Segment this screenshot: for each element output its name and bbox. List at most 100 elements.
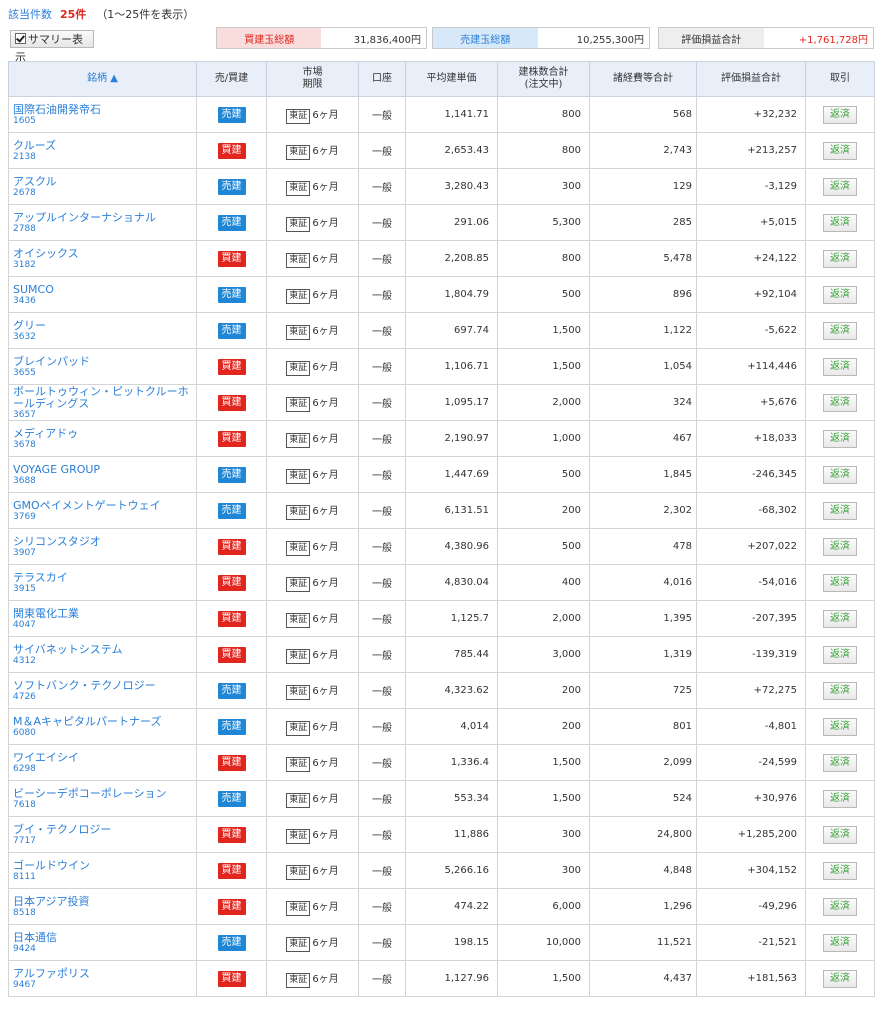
stock-code: 3632: [13, 331, 36, 342]
close-position-button[interactable]: 返済: [823, 141, 857, 160]
column-header-quantity: 建株数合計 (注文中): [497, 61, 590, 97]
close-position-button[interactable]: 返済: [823, 321, 857, 340]
stock-name-link[interactable]: 関東電化工業: [13, 607, 192, 620]
close-position-button[interactable]: 返済: [823, 429, 857, 448]
summary-toggle-button[interactable]: サマリー表示: [10, 30, 94, 64]
close-position-button[interactable]: 返済: [823, 105, 857, 124]
close-position-button[interactable]: 返済: [823, 897, 857, 916]
stock-name-link[interactable]: 日本通信: [13, 931, 192, 944]
stock-name-link[interactable]: サイバネットシステム: [13, 643, 192, 656]
side-badge: 買建: [217, 574, 246, 591]
stock-name-link[interactable]: 日本アジア投資: [13, 895, 192, 908]
close-position-button[interactable]: 返済: [823, 645, 857, 664]
stock-name-link[interactable]: ボールトゥウィン・ピットクルーホールディングス: [13, 385, 192, 410]
close-position-button[interactable]: 返済: [823, 357, 857, 376]
stock-name-link[interactable]: ビーシーデポコーポレーション: [13, 787, 192, 800]
close-position-button[interactable]: 返済: [823, 393, 857, 412]
pl-cell: +304,152: [696, 852, 806, 889]
market-cell: 東証 6ヶ月: [266, 780, 359, 817]
close-position-button[interactable]: 返済: [823, 681, 857, 700]
stock-name-link[interactable]: ワイエイシイ: [13, 751, 192, 764]
market-badge: 東証: [286, 144, 311, 160]
column-header-name[interactable]: 銘柄 ▲: [8, 61, 197, 97]
close-position-button[interactable]: 返済: [823, 213, 857, 232]
close-position-button[interactable]: 返済: [823, 789, 857, 808]
side-cell: 買建: [196, 240, 267, 277]
stock-name-link[interactable]: テラスカイ: [13, 571, 192, 584]
close-position-button[interactable]: 返済: [823, 717, 857, 736]
term-label: 6ヶ月: [312, 829, 339, 841]
close-position-button[interactable]: 返済: [823, 753, 857, 772]
account-cell: 一般: [358, 132, 406, 169]
cost-cell: 467: [589, 420, 697, 457]
pl-cell: +32,232: [696, 96, 806, 133]
side-badge: 売建: [217, 790, 246, 807]
stock-name-link[interactable]: SUMCO: [13, 283, 192, 296]
side-badge: 買建: [217, 754, 246, 771]
close-position-button[interactable]: 返済: [823, 825, 857, 844]
pl-cell: -68,302: [696, 492, 806, 529]
stock-name-link[interactable]: ブイ・テクノロジー: [13, 823, 192, 836]
stock-code: 8111: [13, 871, 36, 882]
pl-cell: +1,285,200: [696, 816, 806, 853]
market-cell: 東証 6ヶ月: [266, 492, 359, 529]
stock-name-link[interactable]: ソフトバンク・テクノロジー: [13, 679, 192, 692]
stock-name-link[interactable]: ブレインパッド: [13, 355, 192, 368]
stock-name-link[interactable]: オイシックス: [13, 247, 192, 260]
market-badge: 東証: [286, 648, 311, 664]
close-position-button[interactable]: 返済: [823, 177, 857, 196]
term-label: 6ヶ月: [312, 721, 339, 733]
stock-name-link[interactable]: アルファポリス: [13, 967, 192, 980]
stock-name-link[interactable]: ゴールドウイン: [13, 859, 192, 872]
avg-price-cell: 1,141.71: [405, 96, 498, 133]
column-header-market: 市場 期限: [266, 61, 359, 97]
stock-name-link[interactable]: クルーズ: [13, 139, 192, 152]
close-position-button[interactable]: 返済: [823, 573, 857, 592]
close-position-button[interactable]: 返済: [823, 969, 857, 988]
quantity-cell: 1,500: [497, 348, 590, 385]
cost-cell: 568: [589, 96, 697, 133]
term-label: 6ヶ月: [312, 289, 339, 301]
stock-name-link[interactable]: VOYAGE GROUP: [13, 463, 192, 476]
close-position-button[interactable]: 返済: [823, 609, 857, 628]
table-header-row: 銘柄 ▲ 売/買建 市場 期限 口座 平均建単価 建株数合計 (注文中) 諸経費等合…: [8, 61, 875, 97]
stock-code: 3182: [13, 259, 36, 270]
table-row: GMOペイメントゲートウェイ 3769 売建 東証 6ヶ月 一般 6,131.51 200 2,…: [8, 492, 875, 529]
close-position-button[interactable]: 返済: [823, 465, 857, 484]
stock-name-link[interactable]: 国際石油開発帝石: [13, 103, 192, 116]
market-cell: 東証 6ヶ月: [266, 96, 359, 133]
close-position-button[interactable]: 返済: [823, 501, 857, 520]
market-cell: 東証 6ヶ月: [266, 960, 359, 997]
close-position-button[interactable]: 返済: [823, 861, 857, 880]
stock-name-link[interactable]: アスクル: [13, 175, 192, 188]
close-position-button[interactable]: 返済: [823, 537, 857, 556]
sell-total-label: 売建玉総額: [433, 28, 538, 48]
stock-code: 3678: [13, 439, 36, 450]
checkbox-icon[interactable]: [15, 33, 26, 44]
close-position-button[interactable]: 返済: [823, 933, 857, 952]
market-cell: 東証 6ヶ月: [266, 420, 359, 457]
avg-price-cell: 2,190.97: [405, 420, 498, 457]
stock-name-link[interactable]: グリー: [13, 319, 192, 332]
term-label: 6ヶ月: [312, 973, 339, 985]
cost-cell: 801: [589, 708, 697, 745]
stock-name-link[interactable]: アップルインターナショナル: [13, 211, 192, 224]
trade-cell: 返済: [805, 348, 875, 385]
side-cell: 売建: [196, 204, 267, 241]
side-cell: 売建: [196, 924, 267, 961]
avg-price-cell: 5,266.16: [405, 852, 498, 889]
term-label: 6ヶ月: [312, 145, 339, 157]
market-header-line2: 期限: [302, 79, 323, 90]
result-count: 該当件数 25件 （1〜25件を表示）: [8, 6, 194, 22]
close-position-button[interactable]: 返済: [823, 285, 857, 304]
side-badge: 買建: [217, 250, 246, 267]
term-label: 6ヶ月: [312, 433, 339, 445]
stock-name-link[interactable]: M＆Aキャピタルパートナーズ: [13, 715, 192, 728]
stock-name-link[interactable]: メディアドゥ: [13, 427, 192, 440]
stock-name-link[interactable]: シリコンスタジオ: [13, 535, 192, 548]
cost-cell: 1,845: [589, 456, 697, 493]
stock-name-link[interactable]: GMOペイメントゲートウェイ: [13, 499, 192, 512]
market-badge: 東証: [286, 540, 311, 556]
sell-total-value: 10,255,300円: [537, 28, 649, 48]
close-position-button[interactable]: 返済: [823, 249, 857, 268]
